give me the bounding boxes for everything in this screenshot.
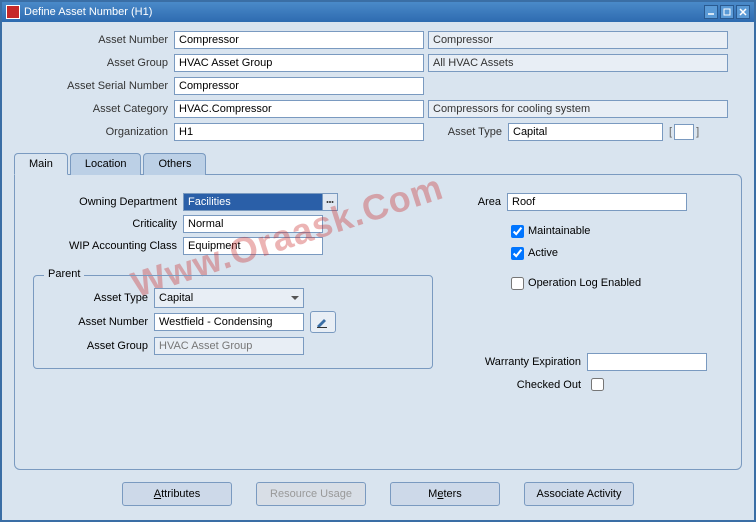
owning-department-input[interactable]	[183, 193, 323, 211]
wip-accounting-class-input[interactable]	[183, 237, 323, 255]
ellipsis-icon	[326, 198, 334, 206]
operation-log-enabled-checkbox[interactable]	[511, 277, 524, 290]
chevron-down-icon	[291, 296, 299, 300]
asset-category-label: Asset Category	[14, 103, 174, 115]
asset-group-description: All HVAC Assets	[428, 54, 728, 72]
minimize-button[interactable]	[704, 5, 718, 19]
window: Define Asset Number (H1) Asset Number Co…	[0, 0, 756, 522]
content-area: Asset Number Compressor Asset Group All …	[2, 22, 754, 520]
oracle-app-icon	[6, 5, 20, 19]
dff-bracket[interactable]: []	[669, 124, 699, 140]
warranty-expiration-input[interactable]	[587, 353, 707, 371]
checked-out-label: Checked Out	[457, 379, 587, 391]
owning-department-label: Owning Department	[33, 196, 183, 208]
criticality-label: Criticality	[33, 218, 183, 230]
serial-number-label: Asset Serial Number	[14, 80, 174, 92]
asset-group-input[interactable]	[174, 54, 424, 72]
parent-legend: Parent	[44, 268, 84, 280]
resource-usage-button: Resource Usage	[256, 482, 366, 506]
window-title: Define Asset Number (H1)	[24, 6, 704, 18]
criticality-input[interactable]	[183, 215, 323, 233]
asset-category-input[interactable]	[174, 100, 424, 118]
maximize-button[interactable]	[720, 5, 734, 19]
button-bar: Attributes Resource Usage Meters Associa…	[14, 470, 742, 512]
parent-asset-type-label: Asset Type	[34, 292, 154, 304]
active-label: Active	[528, 247, 558, 259]
parent-asset-group-input	[154, 337, 304, 355]
window-controls	[704, 5, 750, 19]
tab-location[interactable]: Location	[70, 153, 142, 175]
right-column: Area Maintainable Active OOperation Log …	[457, 191, 723, 453]
organization-label: Organization	[14, 126, 174, 138]
parent-asset-number-label: Asset Number	[34, 316, 154, 328]
titlebar: Define Asset Number (H1)	[2, 2, 754, 22]
organization-input[interactable]	[174, 123, 424, 141]
pencil-icon	[315, 315, 331, 329]
operation-log-enabled-label: OOperation Log Enabledperation Log Enabl…	[528, 277, 641, 289]
tab-panel-main: Www.Oraask.Com Owning Department Critica…	[14, 174, 742, 470]
asset-type-label: Asset Type	[428, 126, 508, 138]
close-button[interactable]	[736, 5, 750, 19]
meters-button[interactable]: Meters	[390, 482, 500, 506]
maintainable-checkbox[interactable]	[511, 225, 524, 238]
asset-category-description: Compressors for cooling system	[428, 100, 728, 118]
parent-asset-type-select[interactable]: Capital	[154, 288, 304, 308]
tab-strip: Main Location Others	[14, 152, 742, 174]
asset-type-input[interactable]	[508, 123, 663, 141]
checked-out-checkbox[interactable]	[591, 378, 604, 391]
header-form: Asset Number Compressor Asset Group All …	[14, 30, 742, 142]
active-checkbox[interactable]	[511, 247, 524, 260]
area-label: Area	[457, 196, 507, 208]
parent-fieldset: Parent Asset Type Capital Asset Number	[33, 275, 433, 369]
associate-activity-button[interactable]: Associate Activity	[524, 482, 634, 506]
asset-number-input[interactable]	[174, 31, 424, 49]
warranty-expiration-label: Warranty Expiration	[457, 356, 587, 368]
asset-group-label: Asset Group	[14, 57, 174, 69]
maintainable-label: Maintainable	[528, 225, 590, 237]
tab-main[interactable]: Main	[14, 153, 68, 175]
area-input[interactable]	[507, 193, 687, 211]
owning-department-lov-button[interactable]	[322, 193, 338, 211]
asset-number-description: Compressor	[428, 31, 728, 49]
parent-asset-number-input[interactable]	[154, 313, 304, 331]
parent-asset-number-tool-button[interactable]	[310, 311, 336, 333]
asset-number-label: Asset Number	[14, 34, 174, 46]
parent-asset-group-label: Asset Group	[34, 340, 154, 352]
wip-accounting-class-label: WIP Accounting Class	[33, 240, 183, 252]
parent-asset-type-value: Capital	[159, 292, 193, 304]
serial-number-input[interactable]	[174, 77, 424, 95]
left-column: Owning Department Criticality WIP Accoun…	[33, 191, 433, 453]
attributes-button[interactable]: Attributes	[122, 482, 232, 506]
tab-others[interactable]: Others	[143, 153, 206, 175]
